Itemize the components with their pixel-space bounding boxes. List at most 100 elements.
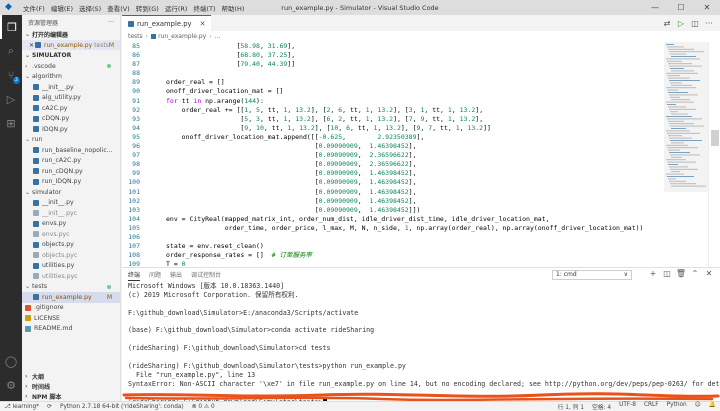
open-editors-section[interactable]: ⌄ 打开的编辑器 (22, 29, 120, 40)
tree-item-label: cA2C.py (42, 104, 68, 112)
tab-run-example[interactable]: run_example.py ✕ (122, 15, 212, 31)
file-item[interactable]: __init__.py (22, 198, 120, 209)
tree-item-label: utilities.py (42, 262, 75, 270)
sidebar-section-header[interactable]: › 大纲 (22, 371, 121, 381)
minimap-slider[interactable] (664, 42, 708, 192)
tree-item-label: cDQN.py (42, 115, 70, 123)
scrollbar-thumb[interactable] (711, 130, 719, 146)
file-item[interactable]: cDQN.py (22, 114, 120, 125)
menu-item[interactable]: 终端(T) (190, 3, 218, 13)
file-item[interactable]: run_IDQN.py (22, 177, 120, 188)
tab-output[interactable]: 输出 (170, 270, 182, 280)
file-item[interactable]: run_example.py M (22, 292, 120, 303)
terminal-select[interactable]: 1: cmd ∨ (552, 270, 632, 280)
open-editor-item[interactable]: ✕ run_example.py tests M (22, 40, 120, 50)
folder-item[interactable]: ⌄ simulator (22, 187, 120, 198)
code-editor[interactable]: 85 [58.98, 31.69], 86 [68.80, 37.25], 87 [… (122, 42, 720, 272)
tree-item-label: IDQN.py (42, 125, 68, 133)
file-item[interactable]: run_cDQN.py (22, 166, 120, 177)
status-item[interactable]: CRLF (640, 402, 663, 411)
menu-item[interactable]: 文件(F) (20, 3, 48, 13)
file-item[interactable]: utilities.py (22, 261, 120, 272)
account-icon[interactable]: ◯ (0, 349, 22, 373)
close-icon[interactable]: ✕ (200, 20, 206, 28)
file-item[interactable]: alg_utility.py (22, 93, 120, 104)
project-section[interactable]: ⌄ SIMULATOR (22, 50, 120, 61)
run-file-icon[interactable]: ▷ (674, 19, 688, 28)
breadcrumb: tests › run_example.py › ... (122, 31, 720, 42)
explorer-icon[interactable]: ❐ (0, 15, 22, 39)
status-interpreter[interactable]: Python 2.7.18 64-bit ('rideSharing': con… (56, 404, 188, 410)
more-actions-button[interactable]: ··· (108, 19, 114, 26)
breadcrumb-symbol[interactable]: ... (215, 33, 221, 40)
tab-problems[interactable]: 问题 (149, 270, 161, 280)
file-item[interactable]: utilities.pyc (22, 271, 120, 282)
file-item[interactable]: objects.py (22, 240, 120, 251)
folder-item[interactable]: ⌄ tests (22, 282, 120, 293)
extensions-icon[interactable]: ⊞ (0, 111, 22, 135)
status-branch[interactable]: ⎇ learning* (0, 404, 43, 410)
terminal-output[interactable]: Microsoft Windows [版本 10.0.18363.1440] (c… (122, 282, 720, 406)
file-item[interactable]: run_cA2C.py (22, 156, 120, 167)
file-item[interactable]: LICENSE (22, 313, 120, 324)
menu-item[interactable]: 选择(S) (76, 3, 104, 13)
file-item[interactable]: envs.py (22, 219, 120, 230)
pyc-file-icon (33, 273, 39, 280)
file-item[interactable]: __init__.pyc (22, 208, 120, 219)
folder-item[interactable]: ⌄ algorithm (22, 72, 120, 83)
terminal-line: Microsoft Windows [版本 10.0.18363.1440] (128, 282, 720, 291)
file-item[interactable]: run_baseline_nopolic... (22, 145, 120, 156)
more-actions-icon[interactable]: ··· (702, 19, 716, 28)
manage-gear-icon[interactable]: ⚙ (0, 373, 22, 397)
new-terminal-icon[interactable]: + (646, 269, 660, 278)
split-editor-icon[interactable]: ◫ (688, 19, 702, 28)
file-item[interactable]: IDQN.py (22, 124, 120, 135)
close-panel-icon[interactable]: ✕ (702, 269, 716, 278)
tree-item-label: utilities.pyc (42, 272, 78, 280)
folder-item[interactable]: ⌄ run (22, 135, 120, 146)
menu-item[interactable]: 运行(R) (162, 3, 191, 13)
status-item[interactable]: Python (663, 402, 691, 411)
menu-item[interactable]: 查看(V) (104, 3, 133, 13)
minimize-button[interactable]: — (642, 0, 668, 15)
notification-bell-icon[interactable]: 🔔 (705, 402, 720, 411)
status-item[interactable]: UTF-8 (615, 402, 640, 411)
close-window-button[interactable]: ✕ (694, 0, 720, 15)
code-text: order_response_rates = [] # 订单服务率 (166, 251, 312, 260)
breadcrumb-file[interactable]: run_example.py (158, 33, 206, 40)
status-item[interactable]: 空格: 4 (588, 402, 615, 411)
feedback-icon[interactable]: ☺ (691, 402, 705, 411)
run-debug-icon[interactable]: ▷ (0, 87, 22, 111)
status-sync-icon[interactable]: ⟳ (43, 404, 56, 410)
sidebar-section-header[interactable]: › 时间线 (22, 381, 121, 391)
file-item[interactable]: objects.pyc (22, 250, 120, 261)
kill-terminal-icon[interactable]: 🗑 (674, 269, 688, 278)
menu-item[interactable]: 编辑(E) (48, 3, 76, 13)
file-item[interactable]: README.md (22, 324, 120, 335)
menu-item[interactable]: 帮助(H) (218, 3, 247, 13)
file-item[interactable]: cA2C.py (22, 103, 120, 114)
open-changes-icon[interactable]: ⇄ (660, 19, 674, 28)
editor-scrollbar[interactable] (708, 42, 720, 272)
search-icon[interactable]: ⌕ (0, 39, 22, 63)
split-terminal-icon[interactable]: ◫ (660, 269, 674, 278)
sidebar-section-header[interactable]: › NPM 脚本 (22, 391, 121, 401)
source-control-icon[interactable]: ⑂ 2 (0, 63, 22, 87)
status-item[interactable]: 行 1, 列 1 (554, 402, 588, 411)
title-bar: ◆ 文件(F) 编辑(E) 选择(S) 查看(V) 转到(G) 运行(R) 终端(T) 帮助(… (0, 0, 720, 15)
tab-debug-console[interactable]: 调试控制台 (191, 270, 221, 280)
status-problems[interactable]: ⊗ 0 ⚠ 0 (188, 404, 219, 410)
file-item[interactable]: .gitignore (22, 303, 120, 314)
file-item[interactable]: __init__.py (22, 82, 120, 93)
code-text: [68.80, 37.25], (166, 51, 296, 60)
breadcrumb-folder[interactable]: tests (128, 33, 143, 40)
maximize-button[interactable]: ☐ (668, 0, 694, 15)
maximize-panel-icon[interactable]: ⌃ (688, 269, 702, 278)
chevron-down-icon: ∨ (623, 271, 628, 278)
tab-terminal[interactable]: 终端 (128, 270, 141, 281)
code-text: [0.09090909, 2.36596622], (166, 151, 417, 160)
file-item[interactable]: envs.pyc (22, 229, 120, 240)
menu-item[interactable]: 转到(G) (133, 3, 162, 13)
folder-item[interactable]: › .vscode (22, 61, 120, 72)
